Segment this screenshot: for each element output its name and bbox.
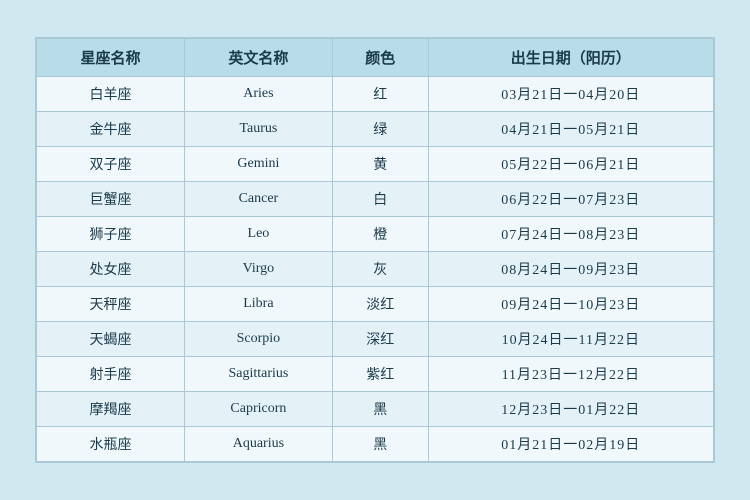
cell-chinese-name: 射手座 xyxy=(37,357,185,392)
cell-english-name: Virgo xyxy=(184,252,332,287)
table-row: 处女座Virgo灰08月24日一09月23日 xyxy=(37,252,714,287)
table-row: 水瓶座Aquarius黑01月21日一02月19日 xyxy=(37,427,714,462)
table-row: 巨蟹座Cancer白06月22日一07月23日 xyxy=(37,182,714,217)
cell-dates: 11月23日一12月22日 xyxy=(428,357,713,392)
table-row: 金牛座Taurus绿04月21日一05月21日 xyxy=(37,112,714,147)
header-english-name: 英文名称 xyxy=(184,39,332,77)
zodiac-table-container: 星座名称 英文名称 颜色 出生日期（阳历） 白羊座Aries红03月21日一04… xyxy=(35,37,715,463)
cell-english-name: Leo xyxy=(184,217,332,252)
cell-color: 深红 xyxy=(332,322,428,357)
cell-english-name: Aries xyxy=(184,77,332,112)
cell-english-name: Scorpio xyxy=(184,322,332,357)
cell-english-name: Sagittarius xyxy=(184,357,332,392)
cell-color: 绿 xyxy=(332,112,428,147)
cell-color: 淡红 xyxy=(332,287,428,322)
cell-english-name: Taurus xyxy=(184,112,332,147)
cell-chinese-name: 摩羯座 xyxy=(37,392,185,427)
cell-color: 灰 xyxy=(332,252,428,287)
cell-chinese-name: 白羊座 xyxy=(37,77,185,112)
cell-dates: 07月24日一08月23日 xyxy=(428,217,713,252)
header-color: 颜色 xyxy=(332,39,428,77)
cell-dates: 09月24日一10月23日 xyxy=(428,287,713,322)
header-dates: 出生日期（阳历） xyxy=(428,39,713,77)
cell-dates: 06月22日一07月23日 xyxy=(428,182,713,217)
table-row: 狮子座Leo橙07月24日一08月23日 xyxy=(37,217,714,252)
table-row: 白羊座Aries红03月21日一04月20日 xyxy=(37,77,714,112)
cell-chinese-name: 金牛座 xyxy=(37,112,185,147)
cell-chinese-name: 狮子座 xyxy=(37,217,185,252)
cell-english-name: Aquarius xyxy=(184,427,332,462)
cell-dates: 08月24日一09月23日 xyxy=(428,252,713,287)
table-row: 摩羯座Capricorn黑12月23日一01月22日 xyxy=(37,392,714,427)
cell-chinese-name: 双子座 xyxy=(37,147,185,182)
table-header-row: 星座名称 英文名称 颜色 出生日期（阳历） xyxy=(37,39,714,77)
cell-chinese-name: 水瓶座 xyxy=(37,427,185,462)
cell-color: 橙 xyxy=(332,217,428,252)
cell-color: 黑 xyxy=(332,392,428,427)
cell-dates: 10月24日一11月22日 xyxy=(428,322,713,357)
cell-dates: 12月23日一01月22日 xyxy=(428,392,713,427)
cell-chinese-name: 处女座 xyxy=(37,252,185,287)
cell-chinese-name: 巨蟹座 xyxy=(37,182,185,217)
table-row: 天蝎座Scorpio深红10月24日一11月22日 xyxy=(37,322,714,357)
cell-english-name: Cancer xyxy=(184,182,332,217)
cell-chinese-name: 天秤座 xyxy=(37,287,185,322)
cell-english-name: Capricorn xyxy=(184,392,332,427)
table-row: 双子座Gemini黄05月22日一06月21日 xyxy=(37,147,714,182)
cell-color: 紫红 xyxy=(332,357,428,392)
cell-english-name: Gemini xyxy=(184,147,332,182)
cell-dates: 05月22日一06月21日 xyxy=(428,147,713,182)
zodiac-table: 星座名称 英文名称 颜色 出生日期（阳历） 白羊座Aries红03月21日一04… xyxy=(36,38,714,462)
cell-dates: 04月21日一05月21日 xyxy=(428,112,713,147)
cell-dates: 03月21日一04月20日 xyxy=(428,77,713,112)
table-row: 射手座Sagittarius紫红11月23日一12月22日 xyxy=(37,357,714,392)
cell-color: 黄 xyxy=(332,147,428,182)
cell-english-name: Libra xyxy=(184,287,332,322)
table-body: 白羊座Aries红03月21日一04月20日金牛座Taurus绿04月21日一0… xyxy=(37,77,714,462)
cell-color: 红 xyxy=(332,77,428,112)
table-row: 天秤座Libra淡红09月24日一10月23日 xyxy=(37,287,714,322)
cell-color: 黑 xyxy=(332,427,428,462)
cell-chinese-name: 天蝎座 xyxy=(37,322,185,357)
cell-dates: 01月21日一02月19日 xyxy=(428,427,713,462)
cell-color: 白 xyxy=(332,182,428,217)
header-chinese-name: 星座名称 xyxy=(37,39,185,77)
